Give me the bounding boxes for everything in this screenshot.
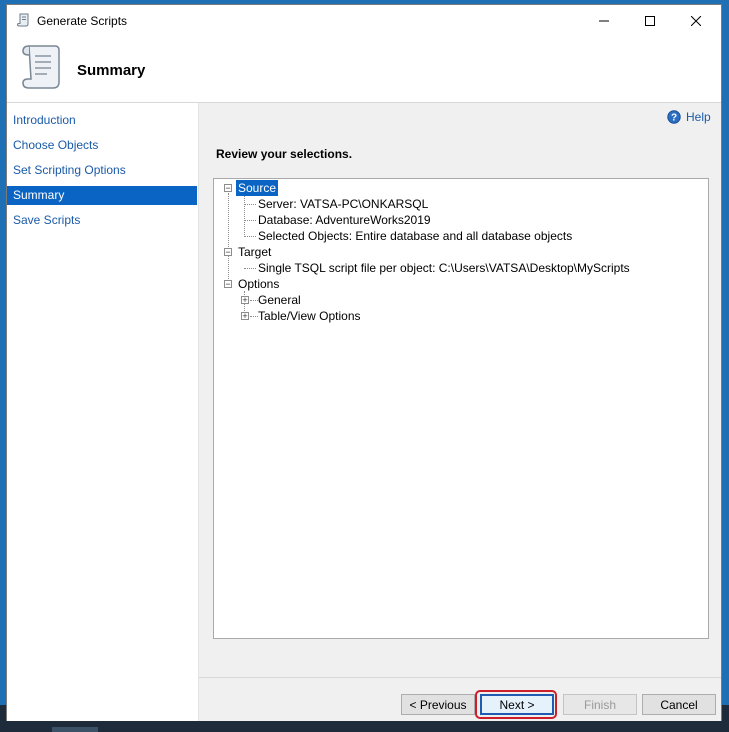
wizard-nav: Introduction Choose Objects Set Scriptin… <box>7 103 199 721</box>
script-scroll-icon <box>16 13 29 27</box>
nav-item-choose-objects[interactable]: Choose Objects <box>7 136 197 155</box>
expand-toggle-table-view-options[interactable]: + <box>241 312 249 321</box>
tree-connector <box>244 204 256 205</box>
tree-connector <box>244 268 256 269</box>
wizard-content: ? Help Review your selections. − Source … <box>199 103 721 721</box>
taskbar-strip <box>52 727 98 732</box>
window-title: Generate Scripts <box>37 14 128 28</box>
finish-button[interactable]: Finish <box>563 694 637 715</box>
minimize-icon <box>599 20 609 21</box>
title-bar: Generate Scripts <box>7 5 721 36</box>
nav-item-introduction[interactable]: Introduction <box>7 111 197 130</box>
previous-button[interactable]: < Previous <box>401 694 475 715</box>
cancel-button[interactable]: Cancel <box>642 694 716 715</box>
close-button[interactable] <box>673 5 719 36</box>
tree-node-source[interactable]: Source <box>236 180 279 196</box>
tree-connector <box>250 316 258 317</box>
tree-connector <box>244 195 245 237</box>
tree-node-options[interactable]: Options <box>238 276 279 292</box>
next-button[interactable]: Next > <box>480 694 554 715</box>
maximize-button[interactable] <box>627 5 673 36</box>
page-title: Summary <box>77 62 146 79</box>
svg-text:?: ? <box>671 113 677 124</box>
tree-leaf-server[interactable]: Server: VATSA-PC\ONKARSQL <box>258 196 428 212</box>
expand-toggle-general[interactable]: + <box>241 296 249 305</box>
nav-item-summary[interactable]: Summary <box>7 186 197 205</box>
collapse-toggle-options[interactable]: − <box>224 280 232 289</box>
tree-leaf-selected-objects[interactable]: Selected Objects: Entire database and al… <box>258 228 572 244</box>
tree-connector <box>244 220 256 221</box>
collapse-toggle-target[interactable]: − <box>224 248 232 257</box>
tree-connector <box>228 193 229 285</box>
tree-node-table-view-options[interactable]: Table/View Options <box>258 308 361 324</box>
generate-scripts-dialog: Generate Scripts Summary Introduction Ch… <box>6 4 722 721</box>
tree-connector <box>244 236 256 237</box>
script-scroll-icon <box>22 45 60 89</box>
help-link[interactable]: ? Help <box>667 110 711 124</box>
tree-leaf-database[interactable]: Database: AdventureWorks2019 <box>258 212 431 228</box>
close-icon <box>691 15 701 26</box>
maximize-icon <box>645 15 655 26</box>
summary-tree[interactable]: − Source Server: VATSA-PC\ONKARSQL Datab… <box>213 178 709 639</box>
footer-divider <box>199 677 721 678</box>
collapse-toggle-source[interactable]: − <box>224 184 232 193</box>
tree-node-general[interactable]: General <box>258 292 301 308</box>
tree-leaf-script-file[interactable]: Single TSQL script file per object: C:\U… <box>258 260 630 276</box>
tree-node-target[interactable]: Target <box>238 244 271 260</box>
minimize-button[interactable] <box>581 5 627 36</box>
help-label: Help <box>686 110 711 124</box>
nav-item-set-scripting-options[interactable]: Set Scripting Options <box>7 161 197 180</box>
help-icon: ? <box>667 110 681 124</box>
tree-connector <box>250 300 258 301</box>
wizard-header: Summary <box>7 36 721 103</box>
nav-item-save-scripts[interactable]: Save Scripts <box>7 211 197 230</box>
review-heading: Review your selections. <box>216 147 353 161</box>
